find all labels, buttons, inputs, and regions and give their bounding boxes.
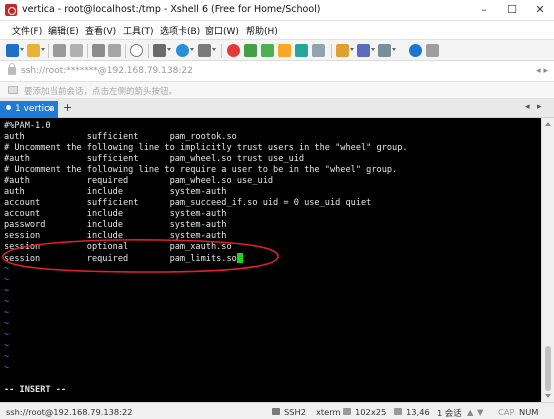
empty-line-marker: ~ bbox=[4, 341, 10, 351]
menu-help[interactable]: 帮助(H) bbox=[246, 24, 278, 37]
hint-text: 要添加当前会话，点击左侧的箭头按钮。 bbox=[24, 87, 178, 97]
minimize-icon[interactable]: – bbox=[470, 0, 498, 20]
scroll-up-icon[interactable] bbox=[545, 122, 551, 126]
terminal-line: account sufficient pam_succeed_if.so uid… bbox=[4, 198, 372, 208]
terminal-line: # Uncomment the following line to requir… bbox=[4, 165, 398, 175]
add-session-icon[interactable] bbox=[8, 86, 18, 94]
keyboard-icon[interactable] bbox=[312, 44, 325, 57]
status-terminal-type: xterm bbox=[316, 407, 341, 417]
status-cursor-position: 13,46 bbox=[406, 407, 430, 417]
connection-icon bbox=[272, 408, 280, 415]
session-arrow-icon[interactable]: ▲ bbox=[467, 407, 473, 417]
session-arrow-down-icon[interactable]: ▼ bbox=[477, 407, 483, 417]
lock-icon bbox=[8, 63, 16, 75]
red-circle-annotation bbox=[2, 239, 279, 273]
menu-tabs[interactable]: 选项卡(B) bbox=[160, 24, 200, 37]
status-protocol: SSH2 bbox=[284, 407, 307, 417]
script-icon[interactable] bbox=[336, 44, 349, 57]
menu-view[interactable]: 查看(V) bbox=[85, 24, 116, 37]
fullscreen-icon[interactable] bbox=[295, 44, 308, 57]
find-icon[interactable] bbox=[130, 44, 143, 57]
empty-line-marker: ~ bbox=[4, 352, 10, 362]
options-icon[interactable] bbox=[426, 44, 439, 57]
xftp-icon[interactable] bbox=[244, 44, 257, 57]
open-folder-icon[interactable] bbox=[27, 44, 40, 57]
address-bar: ◂ ▸ bbox=[0, 61, 554, 82]
menu-bar: 文件(F) 编辑(E) 查看(V) 工具(T) 选项卡(B) 窗口(W) 帮助(… bbox=[0, 21, 554, 39]
terminal-line: password include system-auth bbox=[4, 220, 227, 230]
num-lock-indicator: NUM bbox=[519, 407, 539, 417]
terminal-icon[interactable] bbox=[153, 44, 166, 57]
menu-window[interactable]: 窗口(W) bbox=[205, 24, 239, 37]
status-sessions: 1 会话 bbox=[437, 408, 462, 418]
empty-line-marker: ~ bbox=[4, 308, 10, 318]
menu-file[interactable]: 文件(F) bbox=[12, 24, 42, 37]
xshell-icon[interactable] bbox=[227, 44, 240, 57]
session-status-icon bbox=[6, 105, 11, 110]
size-icon bbox=[343, 408, 351, 415]
terminal-line: account include system-auth bbox=[4, 209, 227, 219]
compose-icon[interactable] bbox=[378, 44, 391, 57]
empty-line-marker: ~ bbox=[4, 363, 10, 373]
terminal-line: #auth sufficient pam_wheel.so trust use_… bbox=[4, 154, 305, 164]
layout-icon[interactable] bbox=[357, 44, 370, 57]
vim-mode-indicator: -- INSERT -- bbox=[4, 385, 67, 395]
menu-tools[interactable]: 工具(T) bbox=[123, 24, 154, 37]
close-icon[interactable]: ✕ bbox=[526, 0, 554, 20]
highlight-annotation-ellipse bbox=[0, 113, 290, 153]
status-bar: ssh://root@192.168.79.138:22 SSH2 xterm … bbox=[0, 402, 554, 419]
cursor-position-icon bbox=[394, 408, 402, 415]
empty-line-marker: ~ bbox=[4, 286, 10, 296]
window-title: vertica - root@localhost:/tmp - Xshell 6… bbox=[22, 4, 321, 15]
terminal-scrollbar[interactable] bbox=[541, 118, 554, 402]
menu-edit[interactable]: 编辑(E) bbox=[48, 24, 79, 37]
address-field[interactable] bbox=[21, 66, 521, 76]
paste-icon[interactable] bbox=[108, 44, 121, 57]
maximize-icon[interactable]: ☐ bbox=[498, 0, 526, 20]
toolbar bbox=[0, 39, 554, 61]
tab-scroll-left-icon[interactable]: ◂ bbox=[525, 102, 530, 112]
disconnect-icon[interactable] bbox=[70, 44, 83, 57]
caps-lock-indicator: CAP bbox=[498, 407, 515, 417]
empty-line-marker: ~ bbox=[4, 297, 10, 307]
title-bar: vertica - root@localhost:/tmp - Xshell 6… bbox=[0, 0, 554, 21]
status-size: 102x25 bbox=[355, 407, 387, 417]
help-icon[interactable] bbox=[409, 44, 422, 57]
transfer-icon[interactable] bbox=[261, 44, 274, 57]
scroll-thumb[interactable] bbox=[545, 346, 551, 391]
address-nav-icon[interactable]: ◂ ▸ bbox=[536, 66, 548, 76]
xshell-app-icon[interactable] bbox=[5, 4, 17, 16]
font-icon[interactable] bbox=[198, 44, 211, 57]
tab-scroll-right-icon[interactable]: ▸ bbox=[537, 102, 542, 112]
scroll-down-icon[interactable] bbox=[545, 394, 551, 398]
status-address: ssh://root@192.168.79.138:22 bbox=[6, 407, 133, 417]
lock-icon[interactable] bbox=[278, 44, 291, 57]
connect-icon[interactable] bbox=[53, 44, 66, 57]
new-session-icon[interactable] bbox=[6, 44, 19, 57]
globe-icon[interactable] bbox=[176, 44, 189, 57]
hint-bar: 要添加当前会话，点击左侧的箭头按钮。 bbox=[0, 82, 554, 99]
empty-line-marker: ~ bbox=[4, 319, 10, 329]
empty-line-marker: ~ bbox=[4, 330, 10, 340]
copy-icon[interactable] bbox=[92, 44, 105, 57]
terminal-line: auth include system-auth bbox=[4, 187, 227, 197]
empty-line-marker: ~ bbox=[4, 275, 10, 285]
terminal-line: #auth required pam_wheel.so use_uid bbox=[4, 176, 274, 186]
